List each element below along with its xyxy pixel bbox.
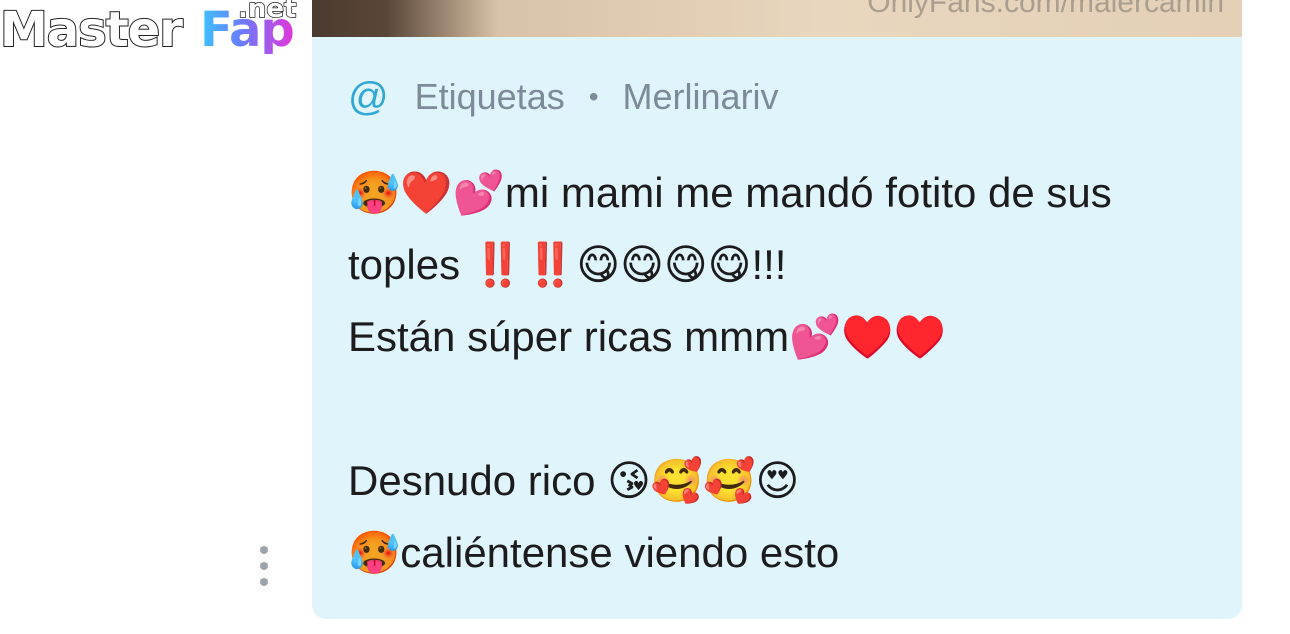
post-text: 🥵❤️💕mi mami me mandó fotito de sus tople… <box>348 169 1112 576</box>
image-watermark: OnlyFans.com/malercamin <box>867 0 1224 19</box>
more-vertical-icon[interactable] <box>258 546 270 586</box>
meta-separator: • <box>588 81 599 112</box>
at-icon: @ <box>348 74 389 119</box>
post-card: @ Etiquetas • Merlinariv 🥵❤️💕mi mami me … <box>312 37 1242 619</box>
post-meta: @ Etiquetas • Merlinariv <box>348 75 779 119</box>
logo-text-tld: .net <box>237 0 297 24</box>
post-image[interactable]: OnlyFans.com/malercamin <box>312 0 1242 37</box>
logo-text-master: Master <box>0 2 184 58</box>
more-dot <box>260 578 268 586</box>
site-logo[interactable]: Master Fap .net <box>0 0 306 80</box>
tags-link[interactable]: Etiquetas <box>415 76 565 118</box>
more-dot <box>260 546 268 554</box>
more-dot <box>260 562 268 570</box>
author-link[interactable]: Merlinariv <box>623 76 779 118</box>
